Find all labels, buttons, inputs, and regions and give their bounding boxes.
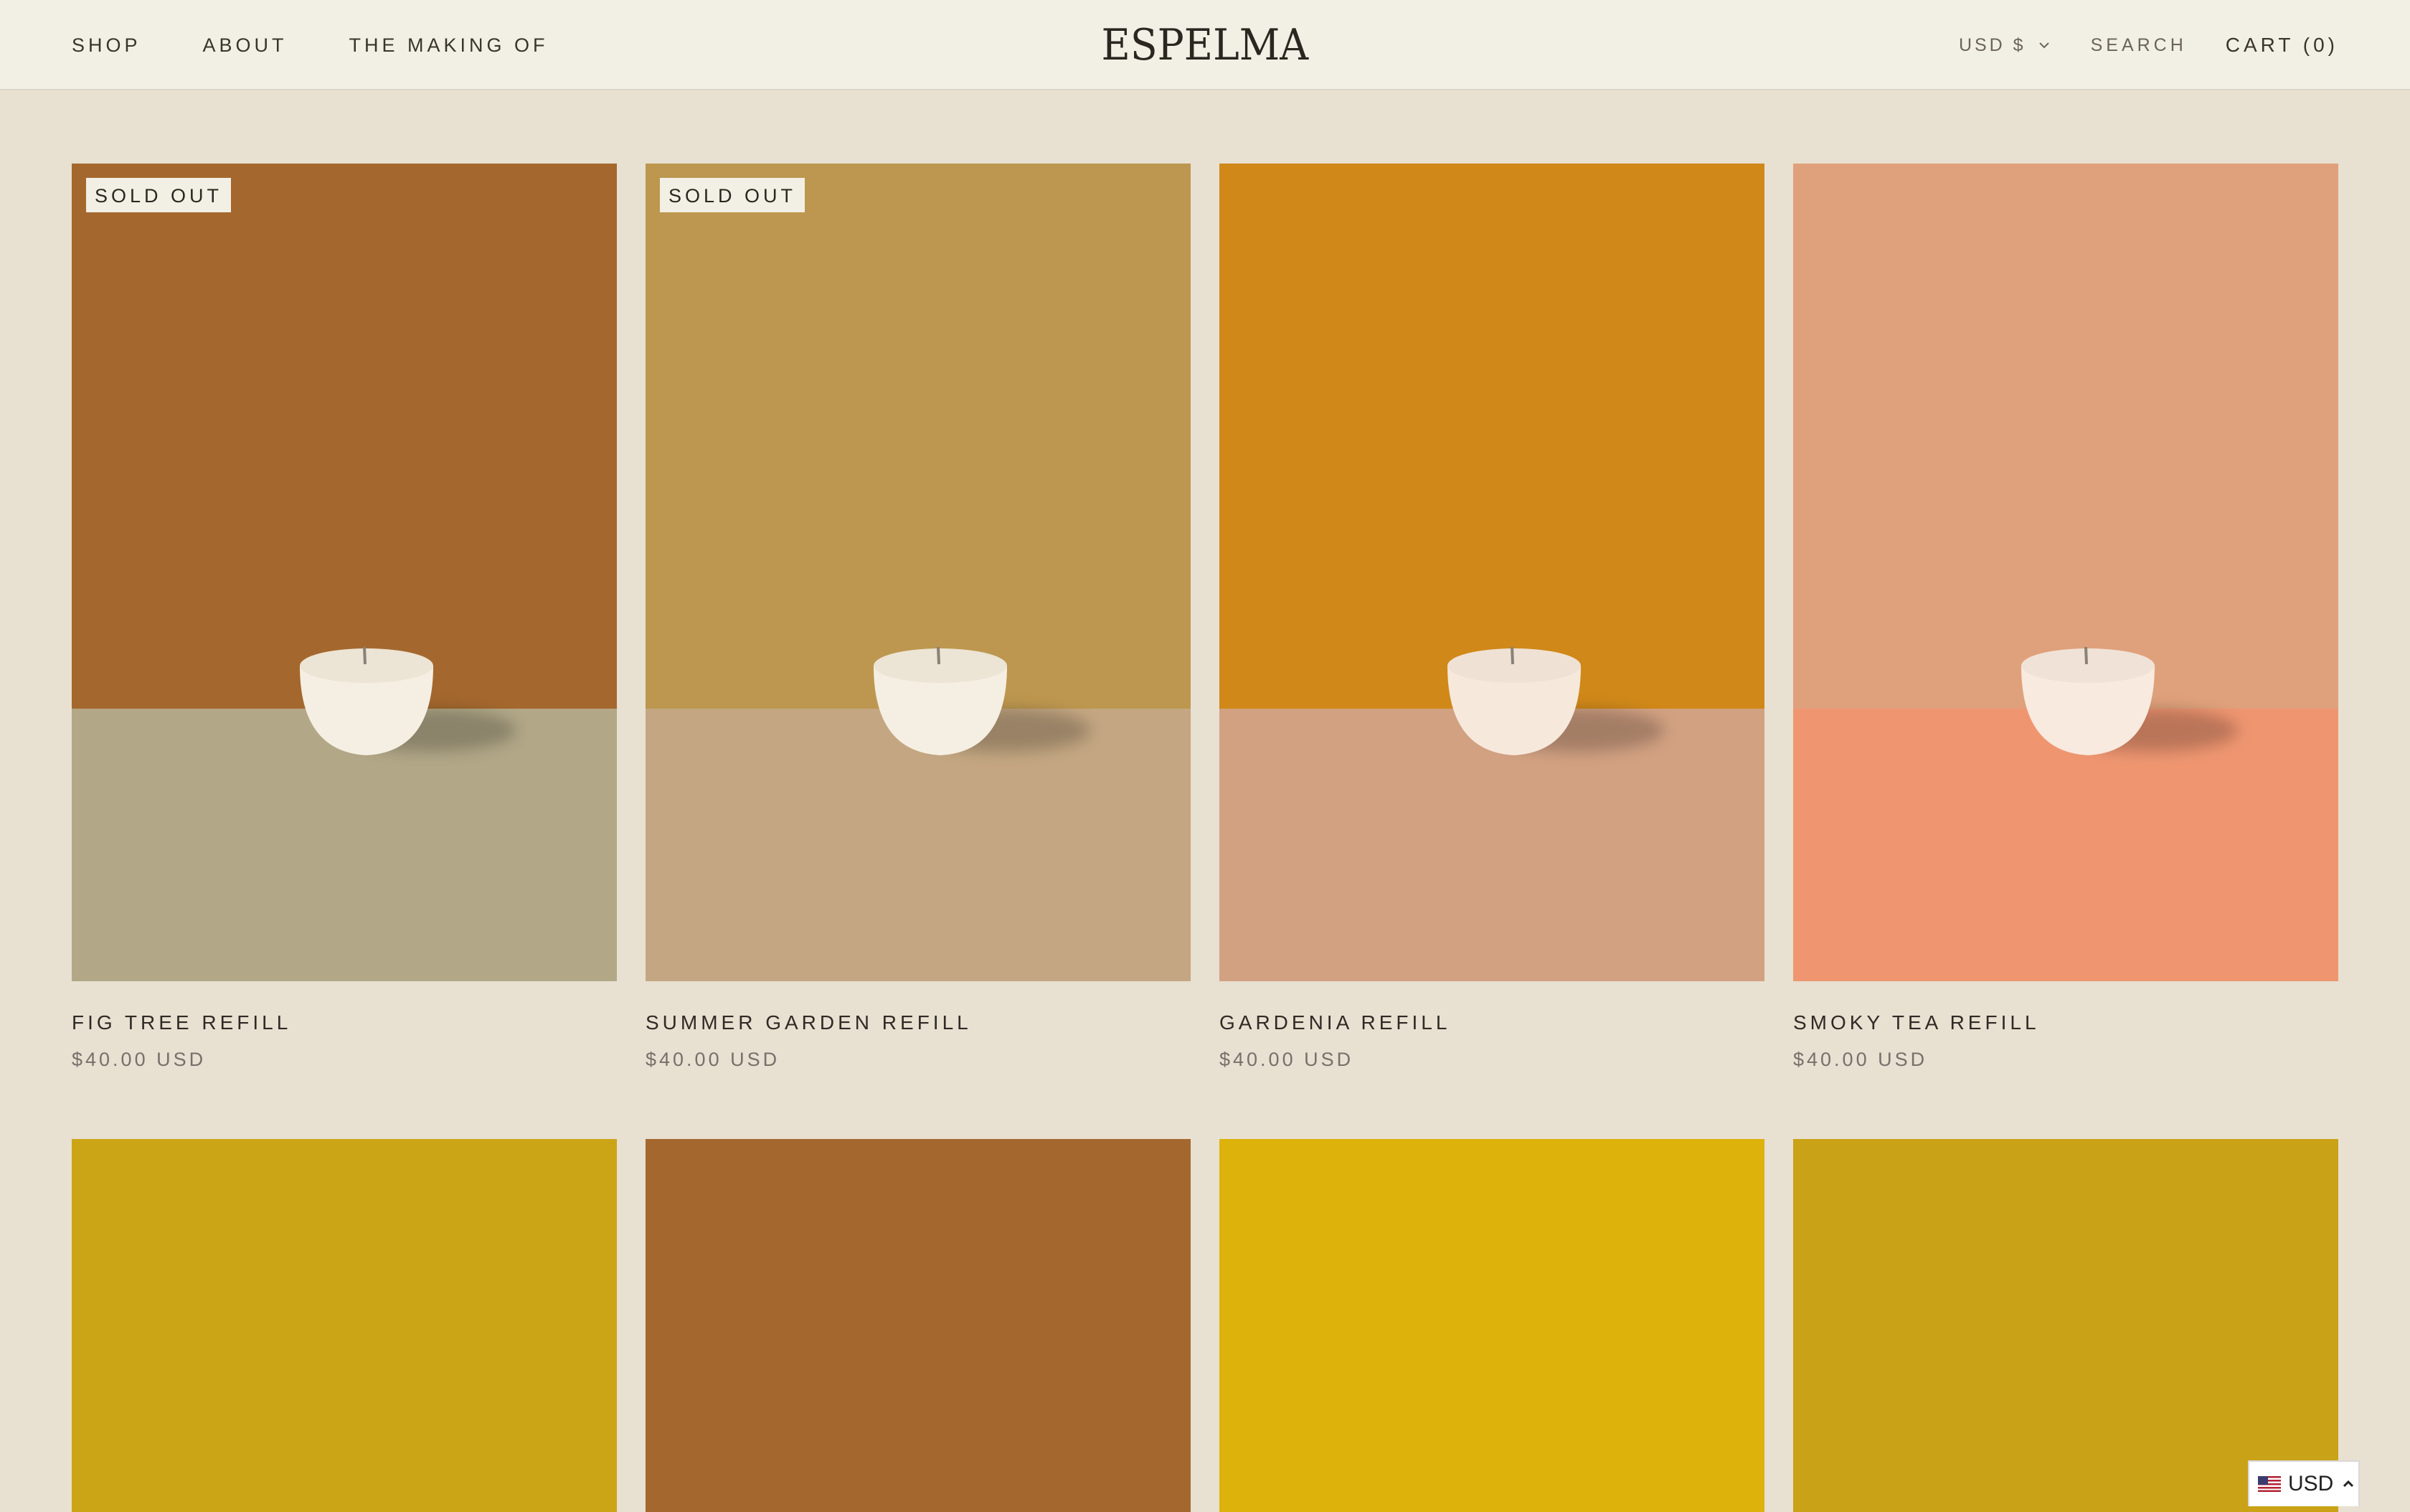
product-image[interactable] [1219,164,1764,981]
us-flag-icon [2258,1476,2281,1492]
chevron-up-icon [2343,1480,2354,1488]
nav-the-making-of[interactable]: THE MAKING OF [349,34,549,57]
product-title[interactable]: FIG TREE REFILL [72,1011,617,1034]
nav-shop[interactable]: SHOP [72,34,141,57]
nav-about[interactable]: ABOUT [203,34,288,57]
chevron-down-icon [2038,42,2049,49]
product-card[interactable]: GARDENIA REFILL $40.00 USD [1219,164,1764,1071]
product-image[interactable] [1219,1139,1764,1512]
product-grid: SOLD OUT FIG TREE REFILL $40.00 USD SOLD… [72,164,2338,1071]
product-card[interactable]: SMOKY TEA REFILL $40.00 USD [1793,164,2338,1071]
image-backdrop [1219,164,1764,710]
product-price: $40.00 USD [1793,1049,1928,1070]
header-actions: USD $ SEARCH CART (0) [1959,0,2338,90]
cart-link[interactable]: CART (0) [2226,34,2338,57]
candle-bowl-image [300,646,433,755]
product-card[interactable]: SOLD OUT FIG TREE REFILL $40.00 USD [72,164,617,1071]
currency-widget[interactable]: USD [2248,1460,2360,1506]
product-image[interactable]: SOLD OUT [646,164,1191,981]
search-link[interactable]: SEARCH [2091,35,2187,56]
currency-widget-label: USD [2288,1472,2334,1496]
site-logo[interactable]: ESPELMA [1102,20,1309,70]
product-price: $40.00 USD [1219,1049,1354,1070]
candle-bowl-image [874,646,1007,755]
main-nav: SHOP ABOUT THE MAKING OF [72,0,549,90]
image-backdrop [1793,164,2338,710]
product-price: $40.00 USD [72,1049,207,1070]
sold-out-badge: SOLD OUT [660,178,805,212]
product-title[interactable]: SUMMER GARDEN REFILL [646,1011,1191,1034]
candle-bowl-image [2021,646,2155,755]
product-image[interactable] [646,1139,1191,1512]
image-backdrop [646,164,1191,710]
product-title[interactable]: SMOKY TEA REFILL [1793,1011,2338,1034]
site-header: SHOP ABOUT THE MAKING OF ESPELMA USD $ S… [0,0,2410,90]
candle-bowl-image [1447,646,1581,755]
currency-label: USD $ [1958,34,2026,55]
product-image[interactable] [1793,1139,2338,1512]
product-card[interactable]: SOLD OUT SUMMER GARDEN REFILL $40.00 USD [646,164,1191,1071]
image-backdrop [72,164,617,710]
product-image[interactable]: SOLD OUT [72,164,617,981]
product-image[interactable] [1793,164,2338,981]
product-price: $40.00 USD [646,1049,780,1070]
sold-out-badge: SOLD OUT [86,178,232,212]
currency-selector[interactable]: USD $ [1959,35,2052,56]
product-image[interactable] [72,1139,617,1512]
product-grid-row-2 [72,1139,2338,1512]
product-title[interactable]: GARDENIA REFILL [1219,1011,1764,1034]
